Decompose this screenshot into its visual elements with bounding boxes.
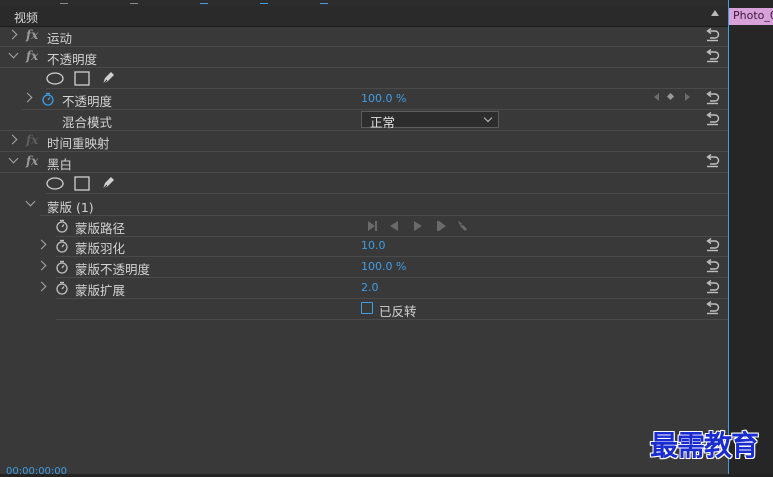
- effect-row-black-white[interactable]: fx 黑白: [0, 152, 728, 173]
- chevron-down-icon: [483, 113, 493, 123]
- chevron-right-icon[interactable]: [36, 239, 47, 250]
- top-control: [130, 0, 138, 4]
- fx-icon[interactable]: fx: [26, 154, 38, 168]
- effect-label: 运动: [47, 31, 73, 46]
- effect-row-time-remap[interactable]: fx 时间重映射: [0, 131, 728, 152]
- chevron-down-icon[interactable]: [8, 48, 19, 59]
- stopwatch-icon[interactable]: [41, 92, 55, 106]
- effect-controls-panel: 视频 fx 运动 fx 不透明度 不透明度 100.0 % 混合模式 正常 fx…: [0, 6, 728, 474]
- timecode[interactable]: 00:00:00:00: [6, 466, 67, 477]
- mask-label: 蒙版 (1): [47, 200, 94, 215]
- collapse-up-icon[interactable]: [711, 10, 719, 16]
- property-row-mask-opacity[interactable]: 蒙版不透明度 100.0 %: [0, 257, 728, 278]
- mask-tools-row: [0, 173, 728, 194]
- effect-label: 黑白: [47, 157, 73, 172]
- add-keyframe-icon[interactable]: [666, 92, 675, 101]
- prev-keyframe-icon[interactable]: [654, 93, 659, 101]
- property-label: 蒙版不透明度: [75, 262, 151, 277]
- property-label: 蒙版羽化: [75, 241, 126, 256]
- reset-icon[interactable]: [705, 301, 720, 315]
- mask-expansion-value[interactable]: 2.0: [361, 281, 379, 294]
- opacity-value[interactable]: 100.0 %: [361, 92, 406, 105]
- row-divider: [46, 193, 728, 194]
- reset-icon[interactable]: [705, 280, 720, 294]
- ellipse-mask-icon[interactable]: [46, 177, 64, 190]
- watermark-logo: 最需教育: [650, 429, 759, 462]
- stopwatch-icon[interactable]: [55, 260, 69, 274]
- top-control: [320, 0, 328, 4]
- effect-label: 不透明度: [47, 52, 98, 67]
- property-row-mask-feather[interactable]: 蒙版羽化 10.0: [0, 236, 728, 257]
- reset-icon[interactable]: [705, 91, 720, 105]
- inverted-checkbox[interactable]: [361, 302, 373, 314]
- reset-icon[interactable]: [705, 259, 720, 273]
- rectangle-mask-icon[interactable]: [74, 71, 90, 86]
- effect-label: 时间重映射: [47, 136, 110, 151]
- stopwatch-icon[interactable]: [55, 281, 69, 295]
- property-row-inverted: 已反转: [0, 299, 728, 320]
- chevron-right-icon[interactable]: [36, 281, 47, 292]
- timeline-area[interactable]: [728, 0, 773, 474]
- property-row-opacity[interactable]: 不透明度 100.0 %: [0, 89, 728, 110]
- reset-icon[interactable]: [705, 238, 720, 252]
- chevron-right-icon[interactable]: [7, 134, 18, 145]
- fx-icon[interactable]: fx: [26, 28, 38, 42]
- chevron-right-icon[interactable]: [36, 260, 47, 271]
- clip-name: Photo_0: [733, 9, 773, 22]
- mask-row[interactable]: 蒙版 (1): [0, 195, 728, 216]
- fx-icon: fx: [26, 133, 39, 147]
- blend-mode-value: 正常: [370, 115, 396, 130]
- effect-row-opacity[interactable]: fx 不透明度: [0, 47, 728, 68]
- property-label: 不透明度: [62, 94, 113, 109]
- stopwatch-icon[interactable]: [55, 239, 69, 253]
- next-keyframe-icon[interactable]: [685, 93, 690, 101]
- top-control: [200, 0, 208, 4]
- mask-opacity-value[interactable]: 100.0 %: [361, 260, 406, 273]
- ellipse-mask-icon[interactable]: [46, 72, 64, 85]
- reset-icon[interactable]: [705, 154, 720, 168]
- inverted-label[interactable]: 已反转: [379, 301, 417, 320]
- pen-mask-icon[interactable]: [100, 175, 116, 191]
- playhead[interactable]: [728, 0, 729, 474]
- mask-feather-value[interactable]: 10.0: [361, 239, 386, 252]
- chevron-right-icon[interactable]: [22, 92, 33, 103]
- top-control: [260, 0, 268, 4]
- blend-mode-dropdown[interactable]: 正常: [361, 111, 499, 130]
- property-row-mask-expansion[interactable]: 蒙版扩展 2.0: [0, 278, 728, 299]
- stopwatch-icon[interactable]: [55, 219, 69, 233]
- timeline-clip[interactable]: Photo_0: [729, 8, 773, 25]
- mask-tools-row: [0, 68, 728, 89]
- panel-header: 视频: [0, 6, 728, 27]
- chevron-down-icon[interactable]: [8, 153, 19, 164]
- reset-icon[interactable]: [705, 28, 720, 42]
- row-divider: [56, 319, 728, 320]
- chevron-right-icon[interactable]: [7, 29, 18, 40]
- panel-title: 视频: [14, 11, 39, 25]
- effect-row-motion[interactable]: fx 运动: [0, 26, 728, 47]
- property-label: 蒙版扩展: [75, 283, 126, 298]
- rectangle-mask-icon[interactable]: [74, 176, 90, 191]
- property-row-mask-path: 蒙版路径: [0, 216, 728, 237]
- top-control: [60, 0, 68, 4]
- reset-icon[interactable]: [705, 112, 720, 126]
- chevron-down-icon[interactable]: [25, 196, 36, 207]
- property-label: 混合模式: [62, 115, 113, 130]
- property-row-blend-mode: 混合模式 正常: [0, 110, 728, 131]
- fx-icon[interactable]: fx: [26, 49, 38, 63]
- property-label: 蒙版路径: [75, 221, 126, 236]
- mask-track-controls: [368, 221, 467, 231]
- pen-mask-icon[interactable]: [100, 70, 116, 86]
- reset-icon[interactable]: [705, 49, 720, 63]
